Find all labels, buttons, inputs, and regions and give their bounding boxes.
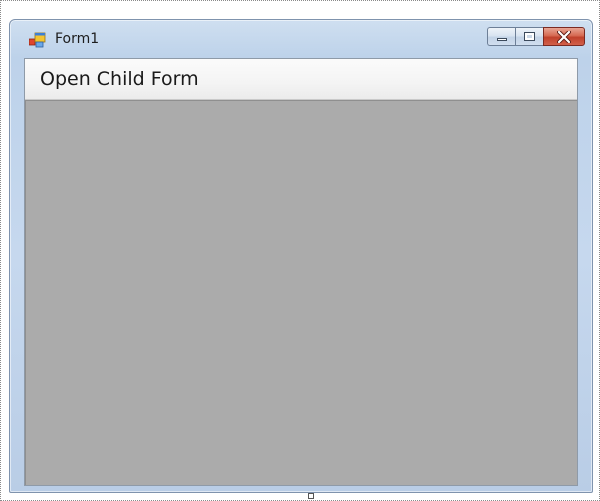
minimize-button[interactable] xyxy=(487,27,515,46)
menu-strip: Open Child Form xyxy=(25,59,577,100)
resize-handle[interactable] xyxy=(308,493,314,499)
client-area: Open Child Form xyxy=(24,58,578,486)
windows-form-icon xyxy=(29,32,46,48)
close-icon xyxy=(544,28,584,45)
menu-item-open-child-form[interactable]: Open Child Form xyxy=(35,65,204,93)
title-bar[interactable]: Form1 xyxy=(10,20,592,58)
mdi-container-area[interactable] xyxy=(25,100,577,485)
caption-buttons xyxy=(487,27,585,47)
window-title: Form1 xyxy=(55,31,100,47)
close-button[interactable] xyxy=(543,27,585,46)
minimize-icon xyxy=(497,38,507,41)
form-window[interactable]: Form1 Open Child Form xyxy=(9,19,593,493)
maximize-icon xyxy=(524,32,535,41)
maximize-button[interactable] xyxy=(515,27,543,46)
designer-surface: Form1 Open Child Form xyxy=(0,0,600,501)
